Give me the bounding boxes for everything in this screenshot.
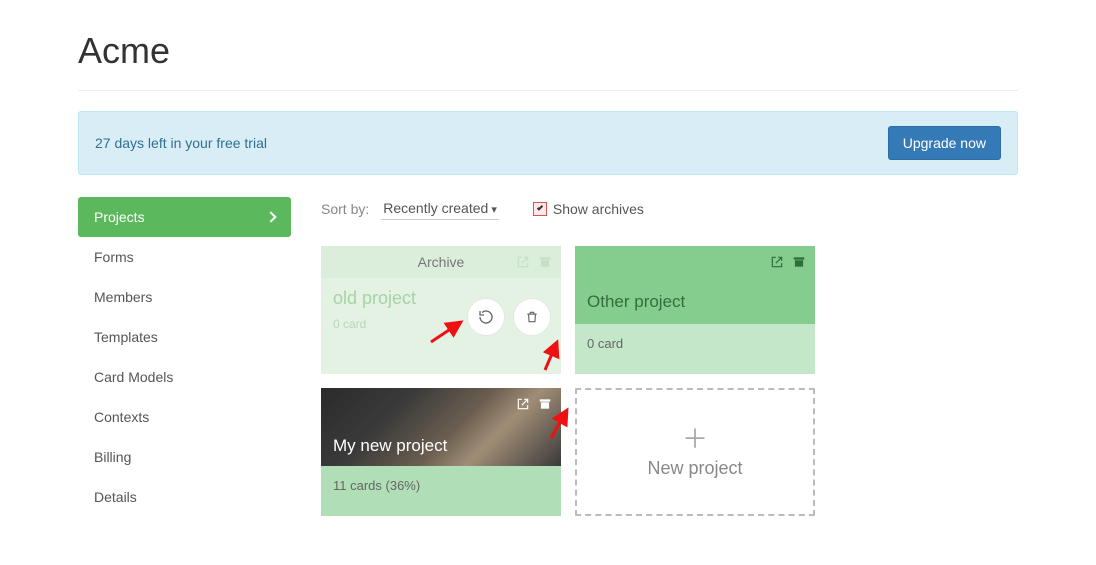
sidebar-item-billing[interactable]: Billing	[78, 437, 291, 477]
trial-alert-text: 27 days left in your free trial	[95, 135, 267, 151]
project-name: Other project	[587, 292, 685, 324]
sidebar-item-label: Billing	[94, 449, 131, 465]
project-card-archived[interactable]: Archive old project 0 card	[321, 246, 561, 374]
chevron-right-icon	[265, 211, 276, 222]
new-project-button[interactable]: ＋ New project	[575, 388, 815, 516]
new-project-label: New project	[647, 458, 742, 479]
sidebar-item-templates[interactable]: Templates	[78, 317, 291, 357]
archive-icon[interactable]	[537, 396, 553, 412]
delete-button[interactable]	[513, 298, 551, 336]
project-card[interactable]: My new project 11 cards (36%)	[321, 388, 561, 516]
open-icon[interactable]	[515, 396, 531, 412]
archive-icon[interactable]	[791, 254, 807, 270]
sidebar-item-label: Contexts	[94, 409, 149, 425]
sidebar: Projects Forms Members Templates Card Mo…	[78, 197, 291, 517]
sort-select[interactable]: Recently created	[381, 197, 499, 220]
sidebar-item-forms[interactable]: Forms	[78, 237, 291, 277]
page-title: Acme	[78, 30, 1018, 72]
project-meta: 11 cards (36%)	[321, 466, 561, 516]
trash-icon	[525, 310, 539, 324]
show-archives-label: Show archives	[553, 201, 644, 217]
restore-icon	[478, 309, 494, 325]
open-icon[interactable]	[515, 254, 531, 270]
project-card[interactable]: Other project 0 card	[575, 246, 815, 374]
sidebar-item-label: Projects	[94, 209, 145, 225]
sidebar-item-label: Forms	[94, 249, 134, 265]
sort-label: Sort by:	[321, 201, 369, 217]
sidebar-item-details[interactable]: Details	[78, 477, 291, 517]
project-meta: 0 card	[575, 324, 815, 374]
trial-alert: 27 days left in your free trial Upgrade …	[78, 111, 1018, 175]
open-icon[interactable]	[769, 254, 785, 270]
restore-button[interactable]	[467, 298, 505, 336]
upgrade-button[interactable]: Upgrade now	[888, 126, 1001, 160]
archive-badge-label: Archive	[418, 254, 465, 270]
sidebar-item-card-models[interactable]: Card Models	[78, 357, 291, 397]
sidebar-item-label: Templates	[94, 329, 158, 345]
plus-icon: ＋	[682, 426, 708, 452]
sidebar-item-projects[interactable]: Projects	[78, 197, 291, 237]
main: Sort by: Recently created Show archives …	[321, 197, 1018, 517]
toolbar: Sort by: Recently created Show archives	[321, 197, 1018, 220]
checkbox-icon	[533, 202, 547, 216]
archive-icon[interactable]	[537, 254, 553, 270]
project-grid: Archive old project 0 card	[321, 246, 1018, 516]
sidebar-item-contexts[interactable]: Contexts	[78, 397, 291, 437]
sidebar-item-label: Members	[94, 289, 152, 305]
divider	[78, 90, 1018, 91]
sidebar-item-members[interactable]: Members	[78, 277, 291, 317]
sidebar-item-label: Details	[94, 489, 137, 505]
sidebar-item-label: Card Models	[94, 369, 173, 385]
archive-badge: Archive	[321, 246, 561, 278]
show-archives-toggle[interactable]: Show archives	[533, 201, 644, 217]
project-name: My new project	[333, 436, 447, 456]
